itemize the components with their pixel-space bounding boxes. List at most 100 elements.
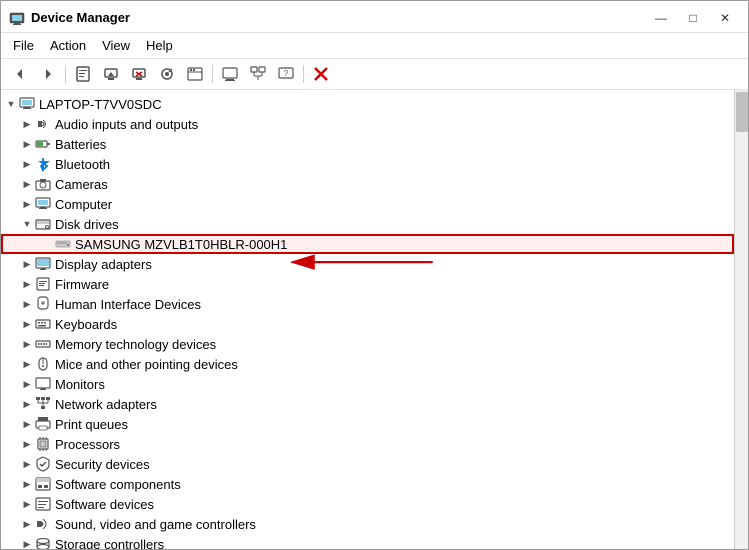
tree-item-security[interactable]: ▶ Security devices	[1, 454, 734, 474]
tree-root[interactable]: ▼ LAPTOP-T7VV0SDC	[1, 94, 734, 114]
minimize-button[interactable]: —	[646, 8, 676, 28]
help-button[interactable]: ?	[273, 62, 299, 86]
tree-item-display[interactable]: ▶ Display adapters	[1, 254, 734, 274]
storage-expand[interactable]: ▶	[19, 536, 35, 549]
tree-item-hid[interactable]: ▶ Human Interface Devices	[1, 294, 734, 314]
tree-item-network[interactable]: ▶ Network adapters	[1, 394, 734, 414]
storage-label: Storage controllers	[55, 537, 164, 550]
delete-button[interactable]	[308, 62, 334, 86]
scan-icon	[159, 66, 175, 82]
title-bar: Device Manager — □ ✕	[1, 1, 748, 33]
processors-label: Processors	[55, 437, 120, 452]
app-icon	[9, 10, 25, 26]
display-adapters-icon	[35, 256, 51, 272]
audio-expand[interactable]: ▶	[19, 116, 35, 132]
battery-icon	[35, 136, 51, 152]
close-button[interactable]: ✕	[710, 8, 740, 28]
tree-item-sound[interactable]: ▶ Sound, video and game controllers	[1, 514, 734, 534]
tree-item-firmware[interactable]: ▶ Firmware	[1, 274, 734, 294]
scan-button[interactable]	[154, 62, 180, 86]
tree-item-software-components[interactable]: ▶ Software components	[1, 474, 734, 494]
hid-label: Human Interface Devices	[55, 297, 201, 312]
properties-icon	[75, 66, 91, 82]
tree-item-cameras[interactable]: ▶ Cameras	[1, 174, 734, 194]
hid-icon	[35, 296, 51, 312]
root-label: LAPTOP-T7VV0SDC	[39, 97, 162, 112]
print-icon	[35, 416, 51, 432]
update-driver-button[interactable]	[98, 62, 124, 86]
software-components-label: Software components	[55, 477, 181, 492]
print-label: Print queues	[55, 417, 128, 432]
menu-view[interactable]: View	[94, 35, 138, 56]
tree-item-bluetooth[interactable]: ▶ Bluetooth	[1, 154, 734, 174]
sound-expand[interactable]: ▶	[19, 516, 35, 532]
back-button[interactable]	[7, 62, 33, 86]
network-expand[interactable]: ▶	[19, 396, 35, 412]
tree-item-audio[interactable]: ▶ Audio inputs and outputs	[1, 114, 734, 134]
batteries-expand[interactable]: ▶	[19, 136, 35, 152]
menu-action[interactable]: Action	[42, 35, 94, 56]
drive-icon	[55, 236, 71, 252]
computer-node-icon	[35, 196, 51, 212]
monitors-expand[interactable]: ▶	[19, 376, 35, 392]
forward-button[interactable]	[35, 62, 61, 86]
mice-expand[interactable]: ▶	[19, 356, 35, 372]
cameras-expand[interactable]: ▶	[19, 176, 35, 192]
display-expand[interactable]: ▶	[19, 256, 35, 272]
bluetooth-expand[interactable]: ▶	[19, 156, 35, 172]
menu-help[interactable]: Help	[138, 35, 181, 56]
console-button[interactable]	[217, 62, 243, 86]
storage-icon	[35, 536, 51, 549]
properties-button[interactable]	[70, 62, 96, 86]
tree-item-monitors[interactable]: ▶ Monitors	[1, 374, 734, 394]
display-label: Display adapters	[55, 257, 152, 272]
tree-item-keyboards[interactable]: ▶ Keyboards	[1, 314, 734, 334]
tree-item-computer[interactable]: ▶ Computer	[1, 194, 734, 214]
software-components-expand[interactable]: ▶	[19, 476, 35, 492]
tree-item-processors[interactable]: ▶ Processors	[1, 434, 734, 454]
update-driver-icon	[103, 66, 119, 82]
toolbar: ?	[1, 59, 748, 90]
firmware-label: Firmware	[55, 277, 109, 292]
uninstall-button[interactable]	[126, 62, 152, 86]
tree-item-storage[interactable]: ▶ Storage controllers	[1, 534, 734, 549]
tree-item-batteries[interactable]: ▶ Batteries	[1, 134, 734, 154]
root-expand[interactable]: ▼	[3, 96, 19, 112]
memory-expand[interactable]: ▶	[19, 336, 35, 352]
security-expand[interactable]: ▶	[19, 456, 35, 472]
maximize-button[interactable]: □	[678, 8, 708, 28]
sound-label: Sound, video and game controllers	[55, 517, 256, 532]
tree-item-mice[interactable]: ▶ Mice and other pointing devices	[1, 354, 734, 374]
tree-item-samsung[interactable]: ▶ SAMSUNG MZVLB1T0HBLR-000H1	[1, 234, 734, 254]
window-controls: — □ ✕	[646, 8, 740, 28]
disk-expand[interactable]: ▼	[19, 216, 35, 232]
keyboards-expand[interactable]: ▶	[19, 316, 35, 332]
processors-expand[interactable]: ▶	[19, 436, 35, 452]
vertical-scrollbar[interactable]	[734, 90, 748, 549]
computer-expand[interactable]: ▶	[19, 196, 35, 212]
action-button[interactable]	[182, 62, 208, 86]
device-manager-window: Device Manager — □ ✕ File Action View He…	[0, 0, 749, 550]
svg-text:?: ?	[284, 69, 289, 78]
tree-item-software-devices[interactable]: ▶ Software devices	[1, 494, 734, 514]
connect-button[interactable]	[245, 62, 271, 86]
bluetooth-icon	[35, 156, 51, 172]
samsung-label: SAMSUNG MZVLB1T0HBLR-000H1	[75, 237, 287, 252]
delete-icon	[313, 66, 329, 82]
hid-expand[interactable]: ▶	[19, 296, 35, 312]
print-expand[interactable]: ▶	[19, 416, 35, 432]
software-devices-expand[interactable]: ▶	[19, 496, 35, 512]
security-icon	[35, 456, 51, 472]
menu-file[interactable]: File	[5, 35, 42, 56]
software-components-icon	[35, 476, 51, 492]
back-icon	[13, 67, 27, 81]
tree-item-disk-drives[interactable]: ▼ Disk drives	[1, 214, 734, 234]
bluetooth-label: Bluetooth	[55, 157, 110, 172]
help-icon: ?	[278, 66, 294, 82]
keyboard-icon	[35, 316, 51, 332]
device-tree[interactable]: ▼ LAPTOP-T7VV0SDC ▶	[1, 90, 734, 549]
tree-item-print[interactable]: ▶ Print queues	[1, 414, 734, 434]
tree-item-memory[interactable]: ▶ Memory technology devices	[1, 334, 734, 354]
disk-drives-icon	[35, 216, 51, 232]
firmware-expand[interactable]: ▶	[19, 276, 35, 292]
